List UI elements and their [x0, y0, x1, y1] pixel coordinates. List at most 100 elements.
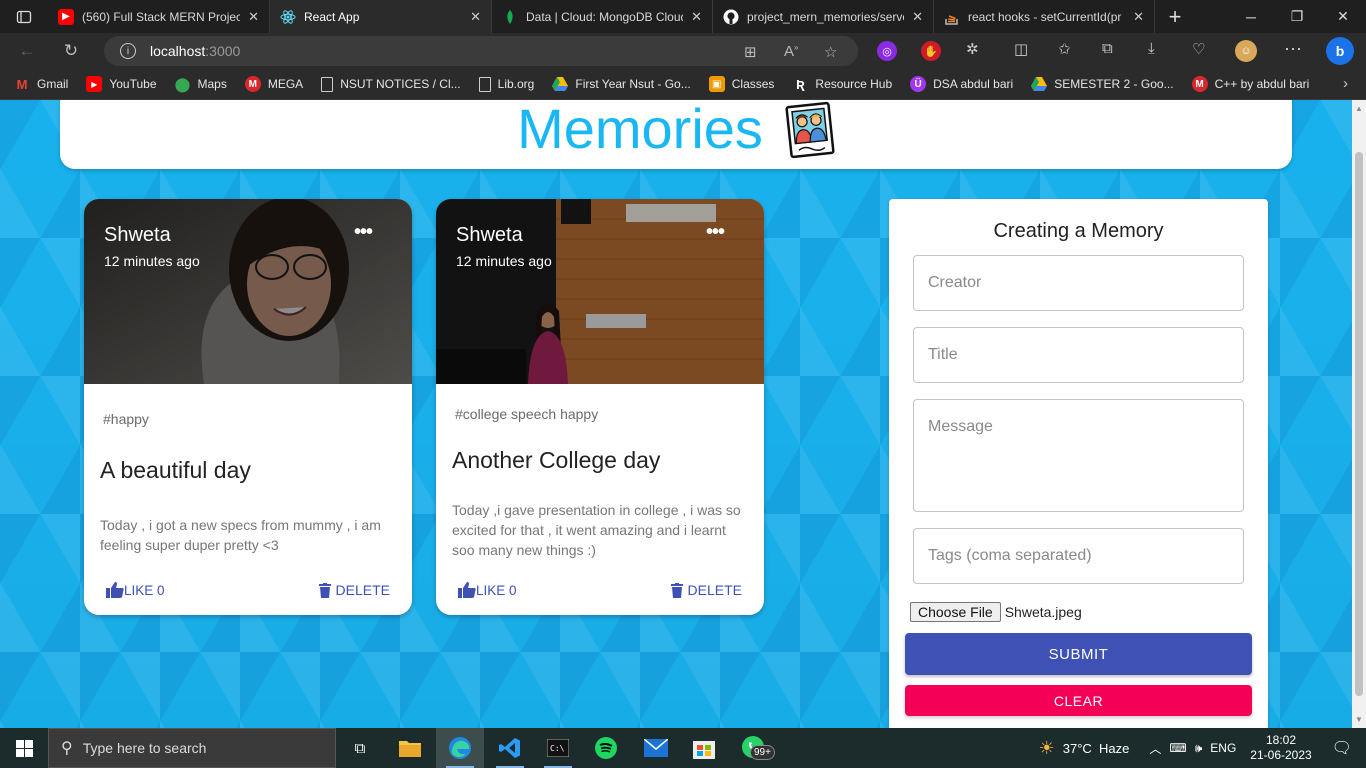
delete-button[interactable]: DELETE [670, 582, 742, 598]
bookmark-mega[interactable]: M MEGA [244, 76, 304, 92]
bing-chat-icon[interactable]: b [1326, 37, 1354, 65]
like-button[interactable]: LIKE 0 [106, 582, 165, 598]
bookmark-resource-hub[interactable]: Ʀ Resource Hub [792, 76, 892, 92]
whatsapp-icon[interactable]: 99+ [730, 728, 778, 768]
new-tab-button[interactable]: + [1155, 0, 1195, 33]
more-horiz-icon[interactable]: ••• [706, 221, 725, 244]
language-indicator[interactable]: ENG [1210, 741, 1236, 755]
clear-button[interactable]: CLEAR [905, 685, 1252, 716]
edge-icon[interactable] [436, 728, 484, 768]
profile-avatar-icon[interactable]: ☺ [1235, 40, 1257, 62]
more-horiz-icon[interactable]: ••• [354, 221, 373, 244]
chevron-right-icon[interactable]: › [1343, 75, 1348, 92]
tab-github[interactable]: project_mern_memories/serve ✕ [713, 0, 934, 33]
extension-icon[interactable]: ◎ [877, 41, 897, 61]
adblock-icon[interactable]: ✋ [921, 41, 941, 61]
network-icon[interactable]: ⌨ [1169, 741, 1186, 755]
choose-file-button[interactable]: Choose File [910, 602, 1001, 622]
bookmark-semester2[interactable]: SEMESTER 2 - Goo... [1031, 76, 1174, 92]
task-view-icon[interactable]: ⧉ [336, 728, 384, 768]
mega-icon: M [244, 76, 261, 92]
tab-mongodb[interactable]: Data | Cloud: MongoDB Cloud ✕ [492, 0, 713, 33]
bookmark-first-year[interactable]: First Year Nsut - Go... [552, 76, 691, 92]
creator-field[interactable]: Creator [913, 255, 1244, 311]
tab-title: React App [304, 9, 360, 24]
like-button[interactable]: LIKE 0 [458, 582, 517, 598]
tab-actions-icon[interactable] [0, 0, 48, 33]
chevron-up-icon[interactable]: ︿ [1149, 740, 1161, 757]
refresh-icon[interactable]: ↻ [56, 36, 86, 66]
bookmark-label: MEGA [267, 77, 304, 91]
restore-icon[interactable]: ❐ [1274, 0, 1320, 33]
clock-date: 21-06-2023 [1250, 748, 1312, 762]
favorites-icon[interactable]: ✩ [1058, 40, 1071, 58]
tab-stackoverflow[interactable]: react hooks - setCurrentId(pr ✕ [934, 0, 1155, 33]
bookmark-label: SEMESTER 2 - Goo... [1054, 77, 1174, 91]
settings-more-icon[interactable]: ··· [1284, 38, 1302, 59]
close-window-icon[interactable]: ✕ [1320, 0, 1366, 33]
bookmark-youtube[interactable]: ▶ YouTube [86, 76, 157, 92]
like-label: LIKE 0 [476, 582, 517, 598]
tab-youtube[interactable]: ▶ (560) Full Stack MERN Project ✕ [48, 0, 270, 33]
performance-icon[interactable]: ♡ [1192, 40, 1205, 58]
favorite-star-icon[interactable]: ☆ [824, 43, 837, 61]
volume-icon[interactable]: 🕪 [1195, 741, 1203, 756]
thumb-up-icon [458, 582, 476, 598]
app-available-icon[interactable]: ⊞ [744, 43, 757, 61]
post-tags: #happy [103, 411, 149, 427]
tab-title: project_mern_memories/serve [747, 9, 905, 24]
read-aloud-icon[interactable]: A» [784, 43, 798, 60]
bookmark-liborg[interactable]: Lib.org [478, 76, 534, 92]
bookmark-nsut-notices[interactable]: NSUT NOTICES / Cl... [321, 76, 461, 92]
terminal-icon[interactable]: C:\ [534, 728, 582, 768]
bookmark-gmail[interactable]: M Gmail [14, 76, 69, 92]
bookmark-dsa[interactable]: Ü DSA abdul bari [910, 76, 1013, 92]
youtube-icon: ▶ [86, 76, 103, 92]
minimize-icon[interactable]: ─ [1228, 0, 1274, 33]
title-field[interactable]: Title [913, 327, 1244, 383]
submit-button[interactable]: SUBMIT [905, 633, 1252, 675]
microsoft-store-icon[interactable] [680, 728, 728, 768]
scroll-down-icon[interactable]: ▼ [1355, 715, 1363, 724]
downloads-icon[interactable]: ⤓ [1148, 40, 1155, 57]
message-field[interactable]: Message [913, 399, 1244, 512]
maps-pin-icon: ⬤ [174, 75, 191, 92]
url-field[interactable]: i localhost:3000 ⊞ A» ☆ [104, 36, 858, 66]
windows-start-icon[interactable] [0, 728, 48, 768]
split-screen-icon[interactable]: ◫ [1014, 40, 1028, 58]
scroll-up-icon[interactable]: ▲ [1355, 104, 1363, 113]
app-bar: Memories [60, 100, 1292, 169]
collections-icon[interactable]: ⧉ [1102, 40, 1113, 57]
close-tab-icon[interactable]: ✕ [1133, 9, 1144, 25]
memory-card: Shweta 12 minutes ago ••• #happy A beaut… [84, 199, 412, 615]
extensions-puzzle-icon[interactable]: ✲ [966, 40, 979, 58]
tab-title: Data | Cloud: MongoDB Cloud [526, 9, 684, 24]
trash-icon [318, 582, 331, 598]
bookmark-maps[interactable]: ⬤ Maps [175, 76, 227, 92]
weather-haze-icon[interactable]: ☀ [1039, 738, 1055, 759]
notification-icon[interactable]: 🗨 [1332, 738, 1352, 758]
close-tab-icon[interactable]: ✕ [912, 9, 923, 25]
taskbar-search[interactable]: ⚲ Type here to search [48, 728, 336, 768]
vscode-icon[interactable] [486, 728, 534, 768]
delete-button[interactable]: DELETE [318, 582, 390, 598]
close-tab-icon[interactable]: ✕ [470, 9, 481, 25]
spotify-icon[interactable] [582, 728, 630, 768]
tags-field[interactable]: Tags (coma separated) [913, 528, 1244, 584]
weather-text[interactable]: 37°C Haze [1063, 741, 1130, 756]
browser-chrome: ▶ (560) Full Stack MERN Project ✕ React … [0, 0, 1366, 100]
clock[interactable]: 18:02 21-06-2023 [1250, 733, 1311, 763]
address-bar-row: ← ↻ i localhost:3000 ⊞ A» ☆ ◎ ✋ ✲ ◫ ✩ ⧉ … [0, 33, 1366, 69]
close-tab-icon[interactable]: ✕ [248, 9, 259, 25]
mail-icon[interactable] [632, 728, 680, 768]
close-tab-icon[interactable]: ✕ [691, 9, 702, 25]
tab-react-app[interactable]: React App ✕ [270, 0, 492, 33]
file-explorer-icon[interactable] [386, 728, 434, 768]
info-icon[interactable]: i [120, 43, 136, 59]
bookmark-classes[interactable]: ▣ Classes [708, 76, 774, 92]
back-arrow-icon[interactable]: ← [12, 36, 42, 66]
bookmark-cpp[interactable]: M C++ by abdul bari [1191, 76, 1309, 92]
page-scrollbar[interactable]: ▲ ▼ [1352, 100, 1366, 728]
bookmark-label: YouTube [109, 77, 157, 91]
scrollbar-thumb[interactable] [1355, 152, 1363, 696]
